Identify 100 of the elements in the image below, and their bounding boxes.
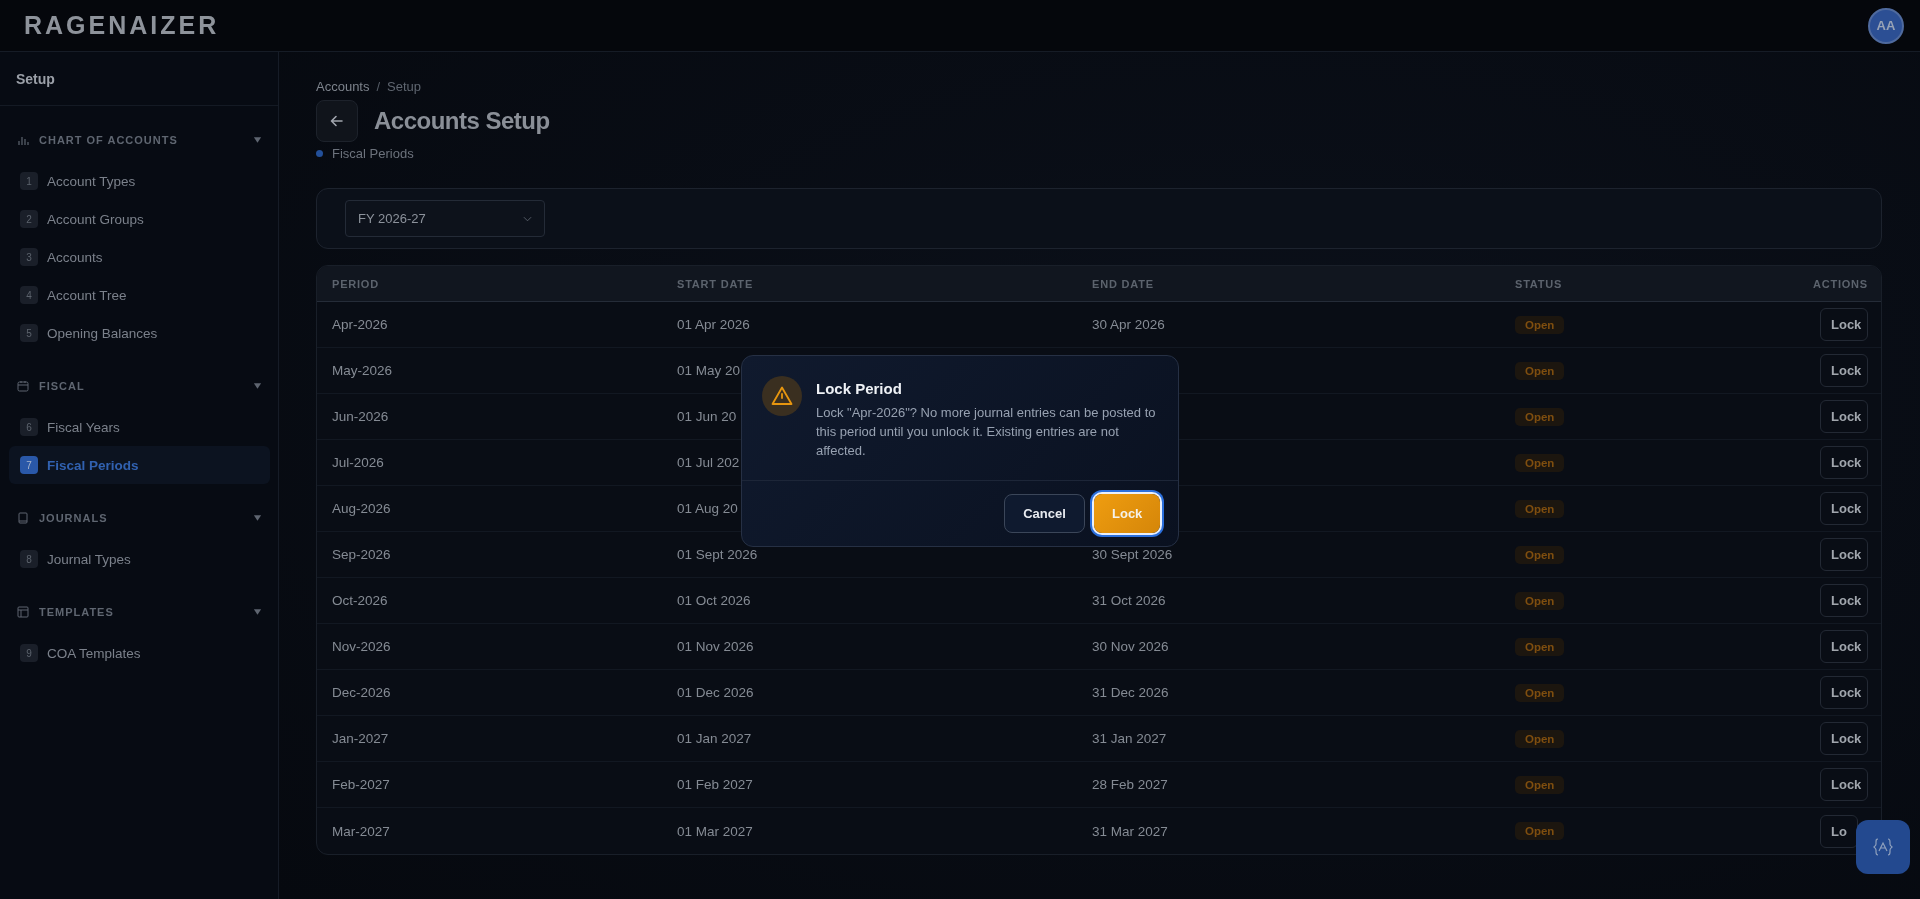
lock-button[interactable]: Lock xyxy=(1820,676,1868,709)
item-label: Opening Balances xyxy=(47,325,158,341)
item-label: COA Templates xyxy=(47,645,141,661)
sidebar-item[interactable]: 4 Account Tree xyxy=(9,276,270,314)
fiscal-year-select[interactable]: FY 2026-27 xyxy=(345,200,545,237)
table-cell: 30 Sept 2026 xyxy=(1092,547,1173,562)
lock-button[interactable]: Lock xyxy=(1820,768,1868,801)
status-badge: Open xyxy=(1515,729,1565,748)
sidebar-item[interactable]: 1 Account Types xyxy=(9,162,270,200)
status-badge: Open xyxy=(1515,545,1565,564)
section-header[interactable]: TEMPLATES xyxy=(9,598,270,626)
caret-icon xyxy=(253,136,262,144)
lock-button[interactable]: Lock xyxy=(1820,492,1868,525)
status-dot xyxy=(316,149,323,157)
page-subtitle: Fiscal Periods xyxy=(332,145,414,161)
step-number: 3 xyxy=(20,248,38,266)
table-cell: 01 Jan 2027 xyxy=(677,731,752,746)
breadcrumb-link[interactable]: Setup xyxy=(387,79,422,94)
back-button[interactable] xyxy=(316,100,358,142)
table-cell: 30 Nov 2026 xyxy=(1092,639,1169,654)
table-cell: 01 Apr 2026 xyxy=(677,317,750,332)
user-avatar[interactable]: AA xyxy=(1868,7,1904,44)
table-cell: Jun-2026 xyxy=(332,409,389,424)
item-label: Account Groups xyxy=(47,211,144,227)
lock-button[interactable]: Lock xyxy=(1820,400,1868,433)
table-cell: Oct-2026 xyxy=(332,593,388,608)
sidebar-item[interactable]: 5 Opening Balances xyxy=(9,314,270,352)
lock-button[interactable]: Lock xyxy=(1820,308,1868,341)
table-cell: Feb-2027 xyxy=(332,777,390,792)
lock-button[interactable]: Lock xyxy=(1820,722,1868,755)
sidebar-title: Setup xyxy=(0,52,278,106)
braces-icon xyxy=(1871,835,1895,859)
table-cell: Dec-2026 xyxy=(332,685,391,700)
layout-icon xyxy=(17,606,29,618)
lock-button[interactable]: Lock xyxy=(1820,538,1868,571)
caret-icon xyxy=(253,608,262,616)
lock-button[interactable]: Lock xyxy=(1820,584,1868,617)
sidebar-item[interactable]: 8 Journal Types xyxy=(9,540,270,578)
section-header[interactable]: CHART OF ACCOUNTS xyxy=(9,126,270,154)
sidebar-item[interactable]: 3 Accounts xyxy=(9,238,270,276)
item-label: Account Tree xyxy=(47,287,127,303)
calendar-icon xyxy=(17,380,29,392)
step-number: 7 xyxy=(20,456,38,474)
table-cell: Apr-2026 xyxy=(332,317,388,332)
status-badge: Open xyxy=(1515,683,1565,702)
table-cell: 01 Nov 2026 xyxy=(677,639,754,654)
status-badge: Open xyxy=(1515,637,1565,656)
section-label: FISCAL xyxy=(39,380,86,392)
back-arrow-icon xyxy=(329,113,345,129)
step-number: 9 xyxy=(20,644,38,662)
cancel-button[interactable]: Cancel xyxy=(1004,494,1085,533)
status-badge: Open xyxy=(1515,315,1565,334)
table-cell: 31 Jan 2027 xyxy=(1092,731,1167,746)
status-badge: Open xyxy=(1515,361,1565,380)
step-number: 8 xyxy=(20,550,38,568)
column-header: START DATE xyxy=(677,277,755,290)
table-cell: May-2026 xyxy=(332,363,393,378)
lock-button[interactable]: Lock xyxy=(1820,630,1868,663)
bar-chart-icon xyxy=(17,134,29,146)
table-cell: Nov-2026 xyxy=(332,639,391,654)
status-badge: Open xyxy=(1515,822,1565,840)
breadcrumb-link[interactable]: Accounts xyxy=(316,79,370,94)
book-icon xyxy=(17,512,29,524)
sidebar-item[interactable]: 7 Fiscal Periods xyxy=(9,446,270,484)
caret-icon xyxy=(253,514,262,522)
step-number: 6 xyxy=(20,418,38,436)
status-badge: Open xyxy=(1515,453,1565,472)
table-cell: 31 Oct 2026 xyxy=(1092,593,1166,608)
step-number: 2 xyxy=(20,210,38,228)
item-label: Account Types xyxy=(47,173,136,189)
table-cell: 01 Mar 2027 xyxy=(677,823,753,839)
section-header[interactable]: FISCAL xyxy=(9,372,270,400)
logo[interactable]: RAGENAIZER xyxy=(24,11,220,40)
assistant-button[interactable] xyxy=(1856,820,1910,874)
lock-button[interactable]: Lock xyxy=(1820,354,1868,387)
dialog-title: Lock Period xyxy=(816,380,903,397)
dialog-message: Lock "Apr-2026"? No more journal entries can be posted to this period until you unlock it. Existing entries are not affected. xyxy=(816,404,1157,460)
table-cell: 01 Oct 2026 xyxy=(677,593,751,608)
section-header[interactable]: JOURNALS xyxy=(9,504,270,532)
status-badge: Open xyxy=(1515,499,1565,518)
section-label: TEMPLATES xyxy=(39,606,115,618)
partially-hidden-button[interactable]: Lo xyxy=(1820,814,1858,848)
column-header: STATUS xyxy=(1515,277,1564,290)
table-cell: 01 May 20 xyxy=(677,363,741,378)
item-label: Accounts xyxy=(47,249,103,265)
table-cell: Sep-2026 xyxy=(332,547,391,562)
item-label: Fiscal Years xyxy=(47,419,120,435)
sidebar-item[interactable]: 2 Account Groups xyxy=(9,200,270,238)
sidebar-item[interactable]: 9 COA Templates xyxy=(9,634,270,672)
item-label: Fiscal Periods xyxy=(47,457,139,473)
table-cell: Jan-2027 xyxy=(332,731,389,746)
section-label: JOURNALS xyxy=(39,512,109,524)
sidebar-item[interactable]: 6 Fiscal Years xyxy=(9,408,270,446)
table-cell: 01 Dec 2026 xyxy=(677,685,754,700)
table-cell: 31 Mar 2027 xyxy=(1092,823,1168,839)
breadcrumb-separator: / xyxy=(376,79,381,94)
section-label: CHART OF ACCOUNTS xyxy=(39,134,179,146)
lock-button[interactable]: Lock xyxy=(1820,446,1868,479)
column-header: END DATE xyxy=(1092,277,1155,290)
table-cell: 31 Dec 2026 xyxy=(1092,685,1169,700)
